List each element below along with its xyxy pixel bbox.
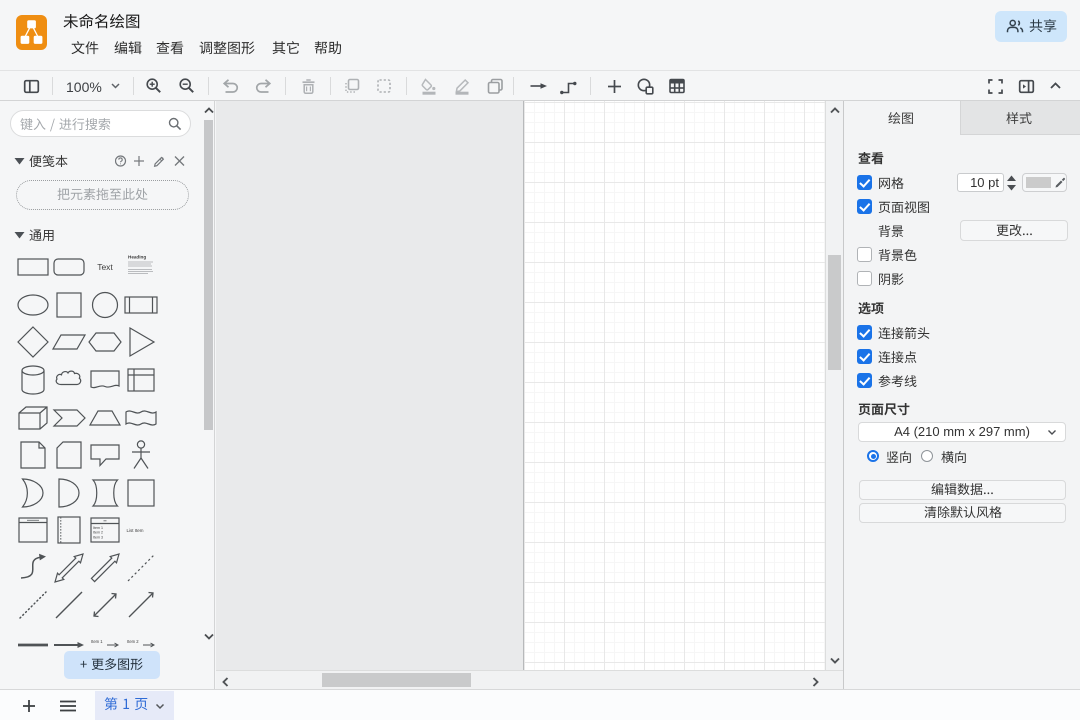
svg-text:Item 2: Item 2 xyxy=(93,531,103,535)
svg-text:Item 2: Item 2 xyxy=(127,639,139,644)
svg-text:List Item: List Item xyxy=(126,528,143,533)
svg-text:Heading: Heading xyxy=(128,255,146,260)
svg-text:Item 1: Item 1 xyxy=(93,526,103,530)
svg-text:Item 3: Item 3 xyxy=(93,535,103,539)
svg-text:Text: Text xyxy=(97,262,113,272)
svg-text:Item 1: Item 1 xyxy=(91,639,103,644)
